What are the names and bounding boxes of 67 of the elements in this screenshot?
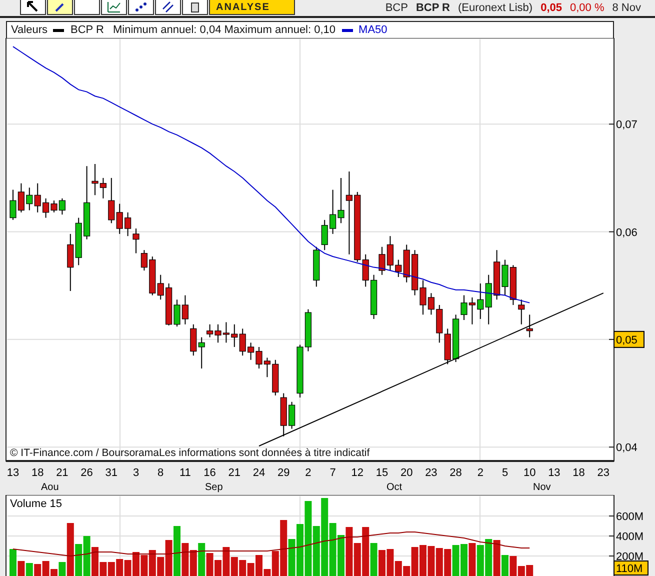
date-label: 8 xyxy=(158,467,164,479)
volume-title: Volume 15 xyxy=(10,498,62,510)
current-volume-label: 110M xyxy=(614,560,648,576)
date-label: 2 xyxy=(305,467,312,479)
chart-icon xyxy=(107,1,121,13)
credit-text: © IT-Finance.com / BoursoramaLes informations sont données à titre indicatif xyxy=(10,447,370,459)
axis-label: 0,06 xyxy=(616,226,638,239)
legend-series: BCP R xyxy=(70,24,104,36)
quote-symbol: BCP xyxy=(385,2,408,15)
date-label: 7 xyxy=(330,467,336,479)
toolbar-button[interactable] xyxy=(128,0,154,15)
quote-name: BCP R xyxy=(416,2,450,15)
date-label: 2 xyxy=(477,467,484,479)
date-label: 13 xyxy=(548,467,560,479)
date-label: 28 xyxy=(450,467,462,479)
annual-range-text: Minimum annuel: 0,04 Maximum annuel: 0,10 xyxy=(112,24,336,36)
quote-date: 8 Nov xyxy=(612,2,641,15)
toolbar-button[interactable] xyxy=(182,0,208,15)
date-label: 16 xyxy=(204,467,216,479)
toolbar-button[interactable] xyxy=(101,0,127,15)
date-label: 20 xyxy=(400,467,413,479)
date-label: 21 xyxy=(56,467,68,479)
axis-label: 600M xyxy=(616,511,644,523)
y-tick-label: 0,05 xyxy=(616,334,638,346)
date-label: 21 xyxy=(228,467,241,479)
candlestick xyxy=(288,401,296,430)
date-label: 10 xyxy=(523,467,536,479)
dots-icon xyxy=(135,2,147,12)
month-label: Oct xyxy=(386,482,402,493)
date-label: 26 xyxy=(80,467,93,479)
month-label: Aou xyxy=(41,482,59,493)
date-label: 29 xyxy=(277,467,290,479)
ma-swatch xyxy=(342,28,353,32)
legend-ma: MA50 xyxy=(358,24,388,36)
date-label: 13 xyxy=(6,467,20,479)
toolbar-button[interactable] xyxy=(20,0,46,15)
toolbar-button[interactable] xyxy=(74,0,100,15)
axis-label: 0,04 xyxy=(616,442,638,454)
legend-label: Valeurs xyxy=(11,24,48,36)
date-label: 18 xyxy=(572,467,585,479)
date-label: 18 xyxy=(31,467,44,479)
axis-label: 400M xyxy=(616,531,644,543)
pencil-icon xyxy=(54,1,66,13)
trash-icon xyxy=(190,1,200,13)
pointer-icon xyxy=(27,1,39,13)
date-label: 11 xyxy=(180,467,191,479)
date-label: 3 xyxy=(132,467,140,479)
date-label: 24 xyxy=(252,467,266,479)
date-label: 15 xyxy=(376,467,388,479)
series-swatch xyxy=(53,28,64,32)
quote-change: 0,00 % xyxy=(570,2,604,15)
axis-label: 200M xyxy=(616,551,644,563)
date-label: 5 xyxy=(502,467,508,479)
axis-label: 0,07 xyxy=(616,119,638,132)
month-label: Nov xyxy=(533,482,551,493)
date-label: 12 xyxy=(351,467,364,479)
date-label: 23 xyxy=(597,467,610,479)
current-price-label: 0,05 xyxy=(614,330,644,348)
quote-price: 0,05 xyxy=(540,2,562,15)
toolbar-button[interactable] xyxy=(47,0,73,15)
month-label: Sep xyxy=(205,482,223,493)
date-label: 23 xyxy=(425,467,438,479)
parallel-lines-icon xyxy=(162,1,174,13)
toolbar-button[interactable] xyxy=(155,0,181,15)
date-label: 31 xyxy=(105,467,118,479)
quote-market: (Euronext Lisb) xyxy=(458,2,533,15)
analyse-button[interactable]: ANALYSE xyxy=(209,0,295,15)
